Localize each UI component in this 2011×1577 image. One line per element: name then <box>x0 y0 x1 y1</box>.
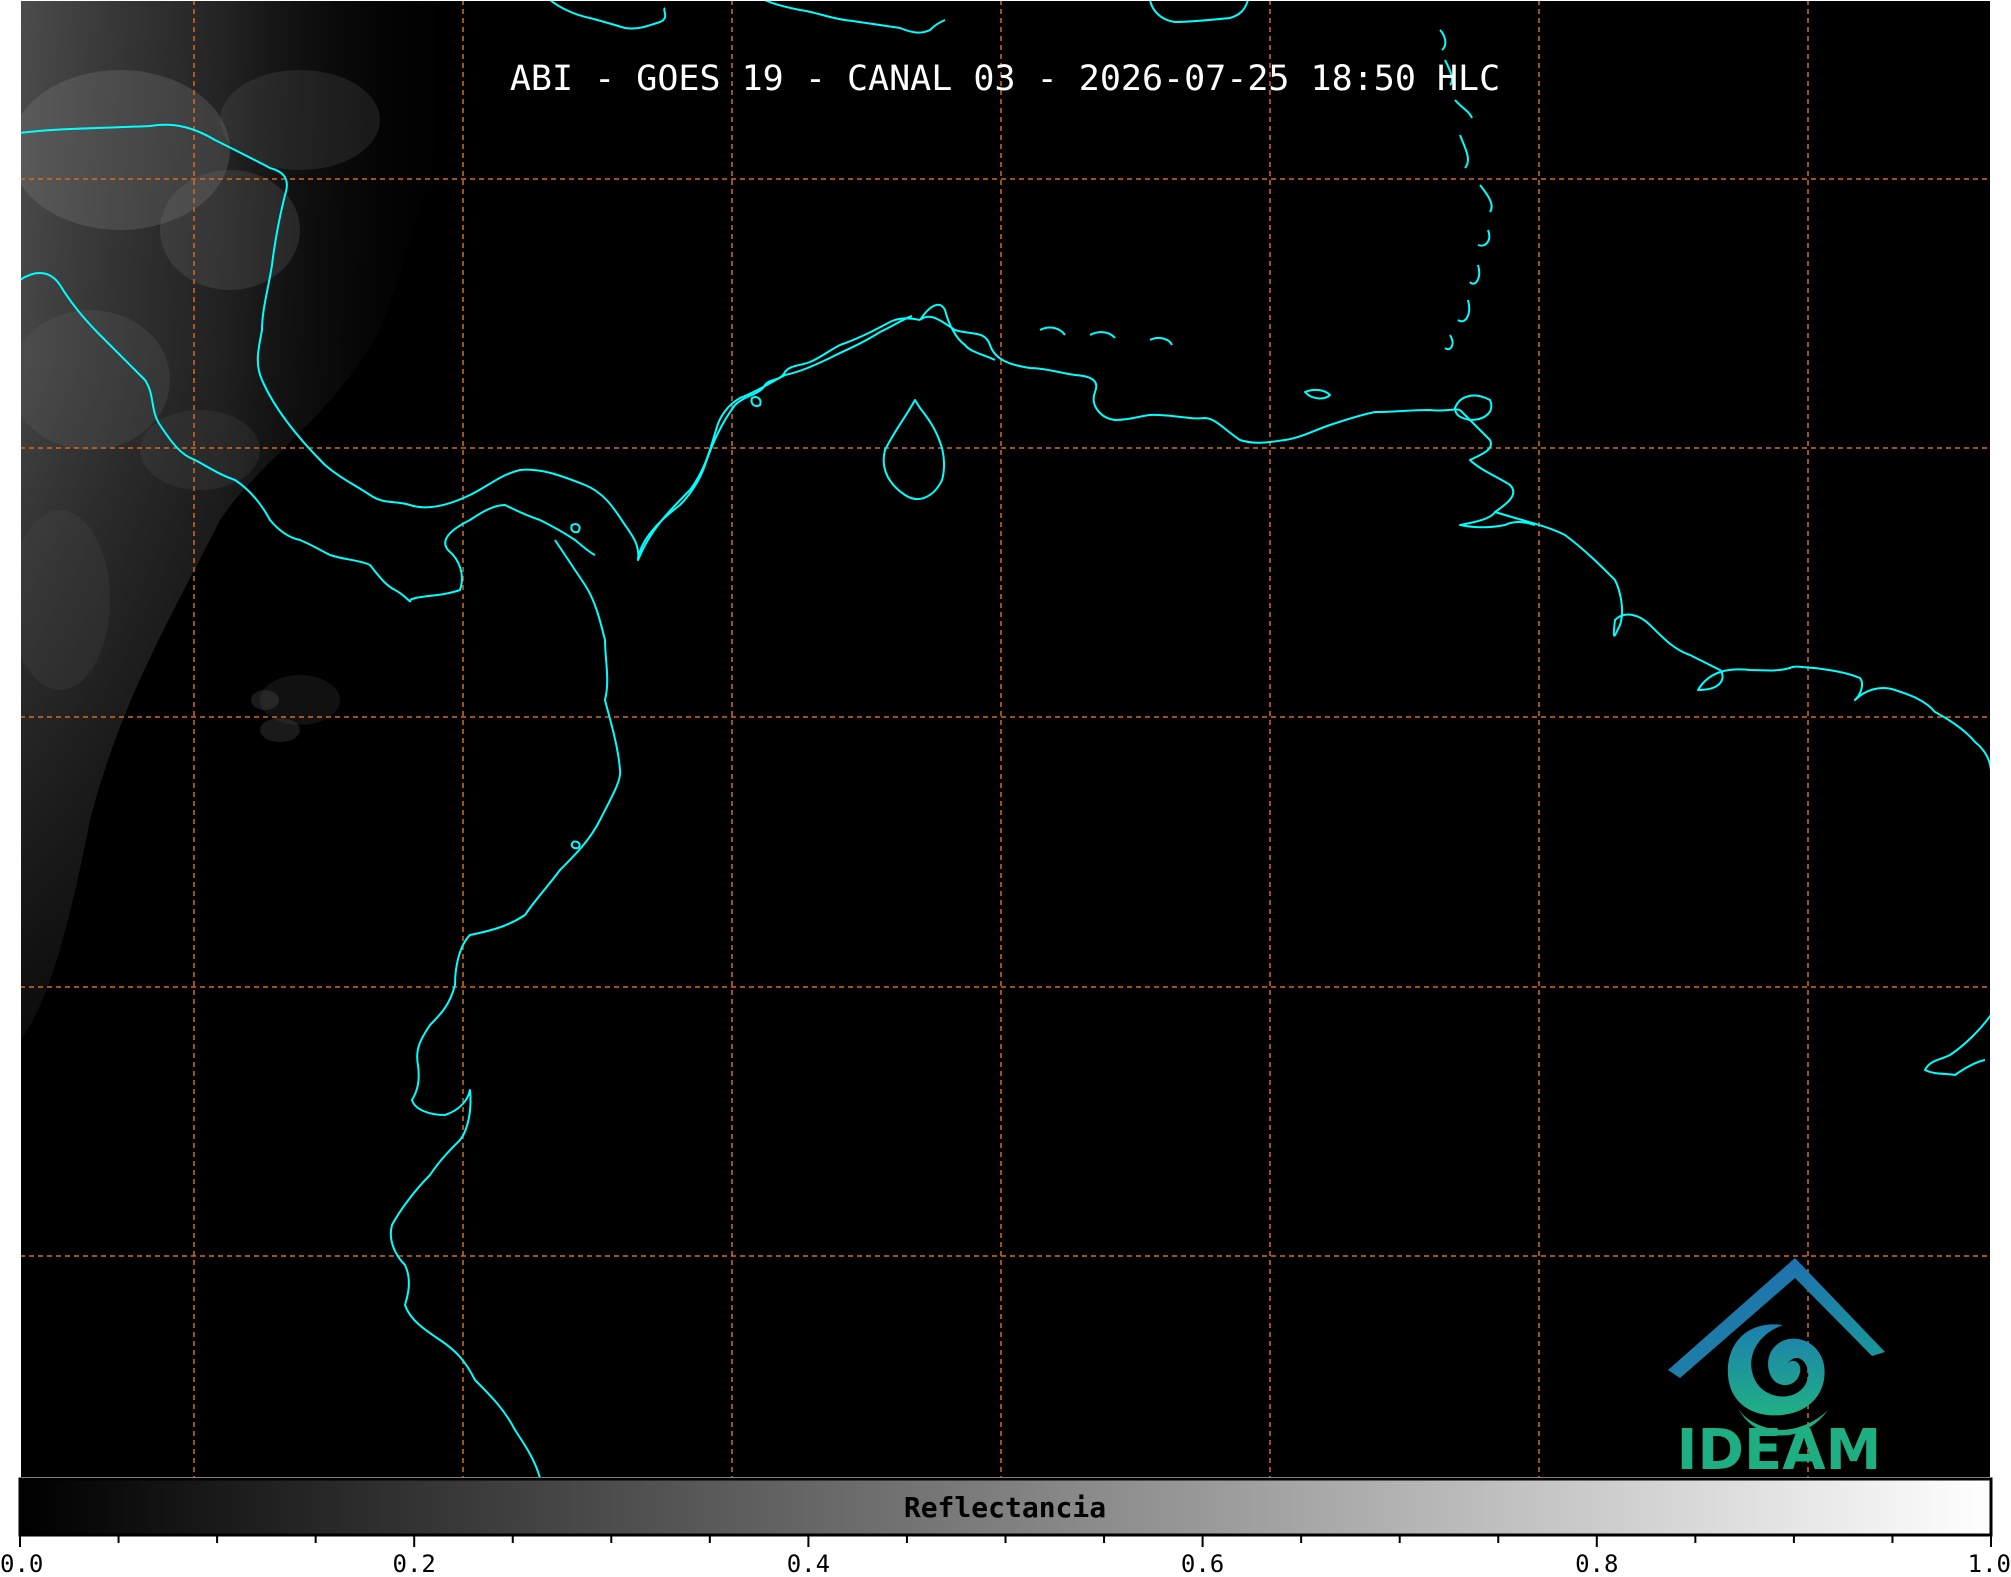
colorbar-tick-label: 0.4 <box>787 1550 830 1577</box>
map-canvas: ABI - GOES 19 - CANAL 03 - 2026-07-25 18… <box>0 0 2011 1577</box>
colorbar: Reflectancia 0.0 0.2 0.4 0.6 0.8 1.0 <box>0 1477 2011 1577</box>
colorbar-tick-label: 0.2 <box>393 1550 436 1577</box>
ideam-logo-text: IDEAM <box>1677 1418 1882 1483</box>
colorbar-tick-label: 0.0 <box>0 1550 43 1577</box>
colorbar-tick-label: 1.0 <box>1968 1550 2011 1577</box>
colorbar-ticks: 0.0 0.2 0.4 0.6 0.8 1.0 <box>0 1535 2011 1577</box>
image-title: ABI - GOES 19 - CANAL 03 - 2026-07-25 18… <box>510 59 1500 99</box>
colorbar-label: Reflectancia <box>904 1491 1106 1524</box>
satellite-image-viewer: ABI - GOES 19 - CANAL 03 - 2026-07-25 18… <box>0 0 2011 1577</box>
colorbar-tick-label: 0.6 <box>1181 1550 1224 1577</box>
colorbar-tick-label: 0.8 <box>1575 1550 1618 1577</box>
